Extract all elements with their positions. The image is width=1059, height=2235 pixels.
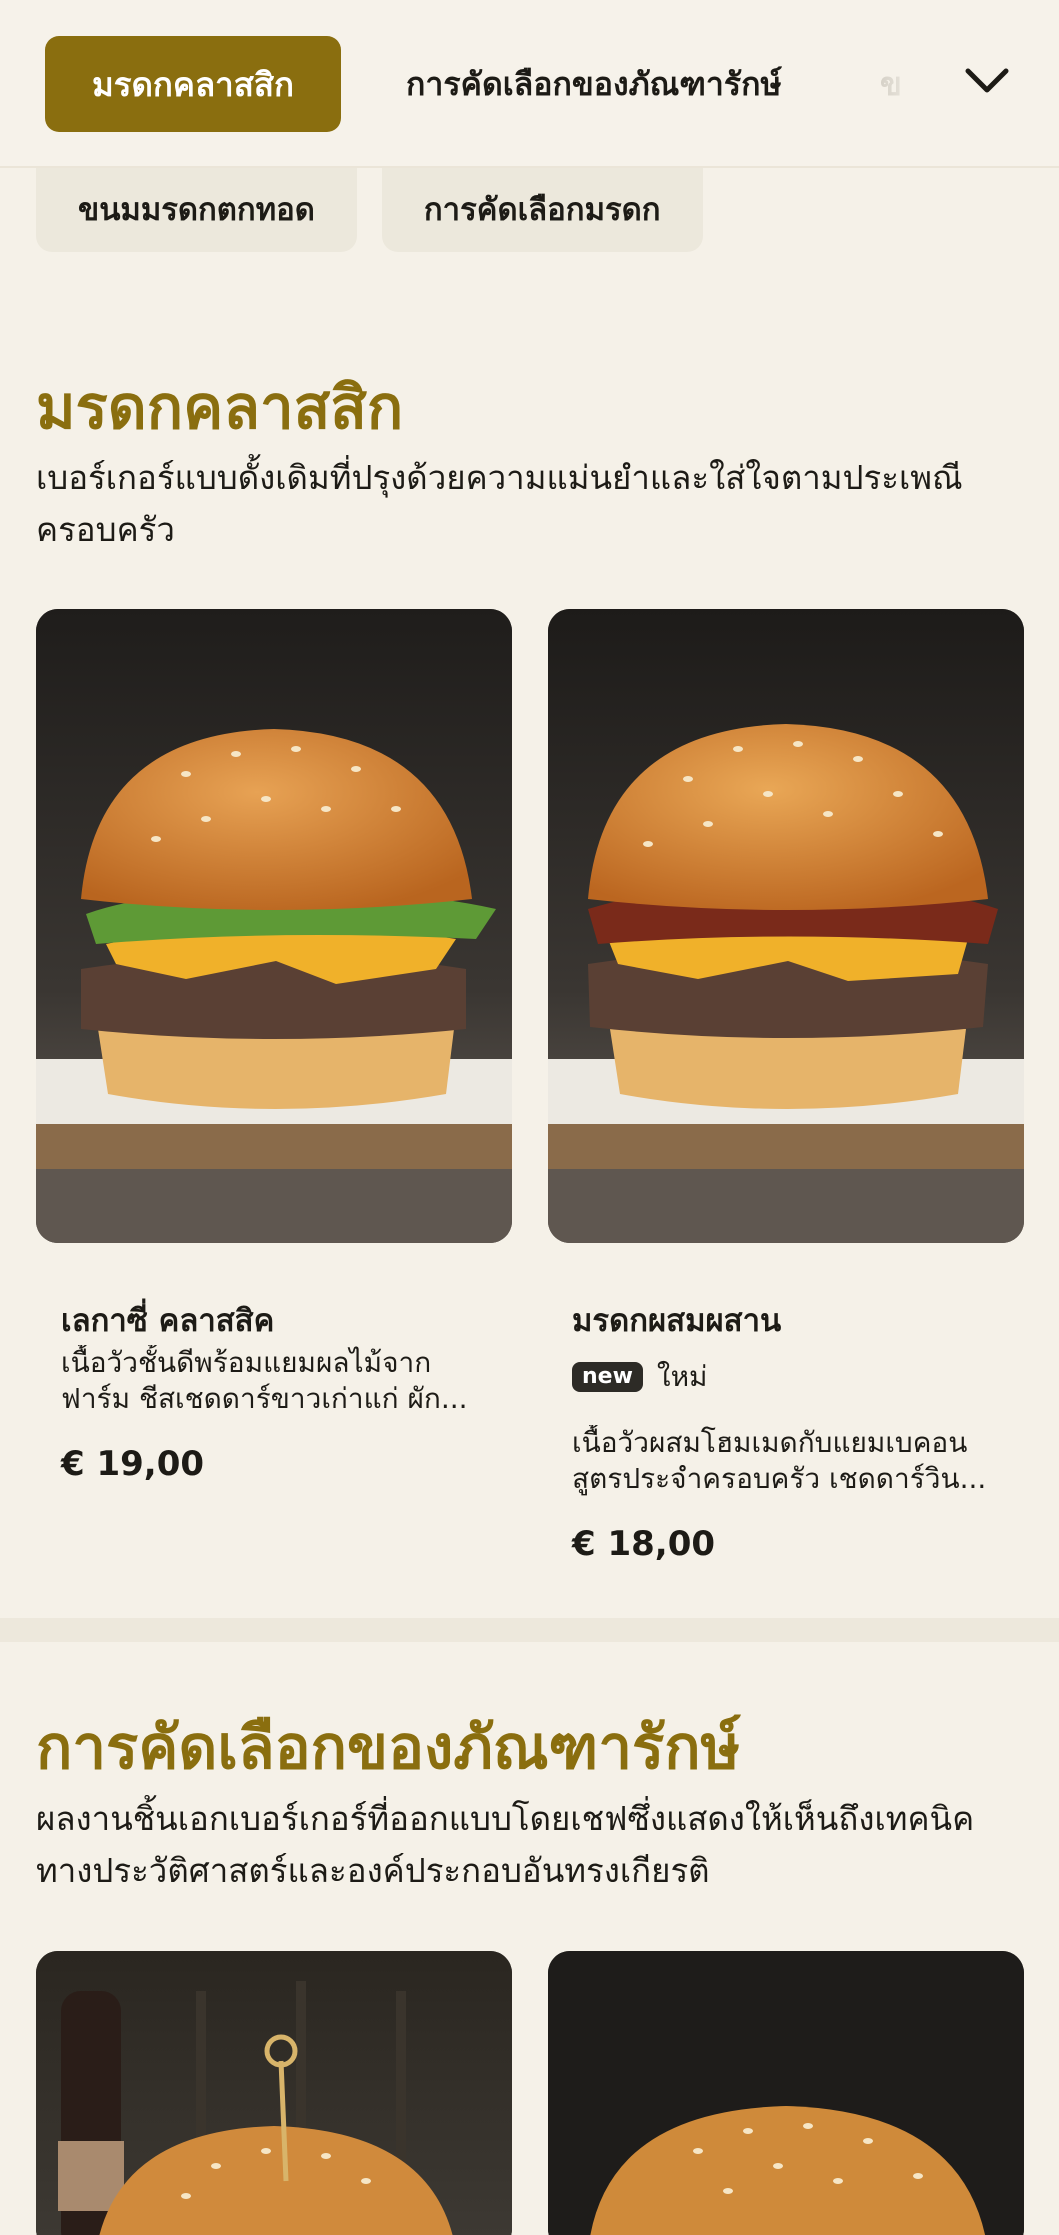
- section-description: ผลงานชิ้นเอกเบอร์เกอร์ที่ออกแบบโดยเชฟซึ่…: [36, 1799, 975, 1890]
- new-badge-label: ใหม่: [656, 1360, 708, 1393]
- tab-scroll-fade: [840, 0, 960, 166]
- category-nav: มรดกคลาสสิก การคัดเลือกของภัณฑารักษ์ ข: [0, 0, 1059, 168]
- burger-image-legacy-classic[interactable]: [36, 609, 512, 1243]
- item-description: เนื้อวัวชั้นดีพร้อมแยมผลไม้จากฟาร์ม ชีสเ…: [61, 1346, 468, 1415]
- burger-image-curators-2[interactable]: [548, 1951, 1024, 2235]
- section-title: มรดกคลาสสิก: [36, 373, 404, 443]
- item-name[interactable]: มรดกผสมผสาน: [572, 1295, 781, 1345]
- burger-image-heritage-fusion[interactable]: [548, 609, 1024, 1243]
- category-row-2: ขนมมรดกตกทอด การคัดเลือกมรดก: [36, 166, 703, 252]
- category-chip-heritage-selection[interactable]: การคัดเลือกมรดก: [381, 166, 703, 252]
- item-price: € 19,00: [61, 1444, 205, 1484]
- burger-image-curators-1[interactable]: [36, 1951, 512, 2235]
- tab-curators-selection[interactable]: การคัดเลือกของภัณฑารักษ์: [406, 36, 782, 132]
- section-description: เบอร์เกอร์แบบดั้งเดิมที่ปรุงด้วยความแม่น…: [36, 458, 963, 549]
- item-name[interactable]: เลกาซี่ คลาสสิค: [61, 1295, 274, 1345]
- chevron-down-icon[interactable]: [958, 52, 1016, 110]
- section-title: การคัดเลือกของภัณฑารักษ์: [36, 1713, 741, 1783]
- category-chip-heritage-snacks[interactable]: ขนมมรดกตกทอด: [36, 166, 357, 252]
- tab-classic-heritage[interactable]: มรดกคลาสสิก: [45, 36, 341, 132]
- new-badge: new: [572, 1362, 643, 1392]
- item-description: เนื้อวัวผสมโฮมเมดกับแยมเบคอนสูตรประจำครอ…: [572, 1426, 987, 1495]
- new-badge-row: new ใหม่: [572, 1355, 708, 1399]
- section-divider: [0, 1618, 1059, 1642]
- menu-page: ขนมมรดกตกทอด การคัดเลือกมรดก มรดกคลาสสิก…: [0, 0, 1059, 2235]
- item-price: € 18,00: [572, 1524, 716, 1564]
